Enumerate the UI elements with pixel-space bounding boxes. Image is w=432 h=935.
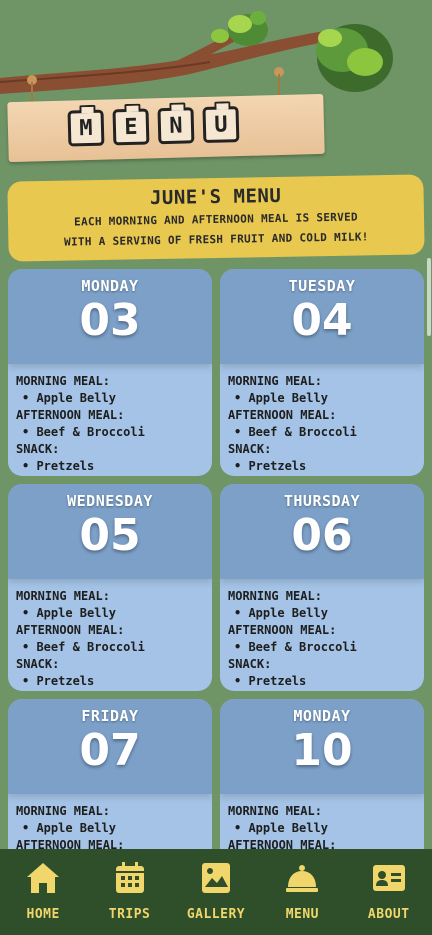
afternoon-meal-item: Beef & Broccoli [228,424,416,441]
morning-meal-item: Apple Belly [16,605,204,622]
day-date: 05 [79,510,141,561]
snack-item: Pretzels [16,673,204,690]
home-icon [27,863,60,893]
sign-letter-tile: E [112,108,150,146]
day-card-header: MONDAY 03 [8,269,212,364]
nav-about[interactable]: ABOUT [346,849,432,922]
tree-branch-illustration [0,11,393,94]
page-scrollbar[interactable] [427,258,431,336]
sign-letter-tile: M [67,109,105,147]
day-date: 03 [79,295,141,346]
meal-list: MORNING MEAL: Apple Belly AFTERNOON MEAL… [8,794,212,854]
id-card-icon [372,865,405,891]
snack-label: SNACK: [228,657,272,671]
day-name: WEDNESDAY [67,492,153,510]
day-date: 06 [291,510,353,561]
snack-label: SNACK: [16,442,60,456]
morning-meal-item: Apple Belly [228,605,416,622]
morning-meal-item: Apple Belly [16,390,204,407]
morning-meal-label: MORNING MEAL: [228,374,322,388]
day-name: MONDAY [293,707,351,725]
snack-item: Pretzels [228,458,416,475]
day-name: TUESDAY [288,277,356,295]
nav-trips-label: TRIPS [108,907,151,922]
calendar-icon [115,862,144,893]
day-date: 04 [291,295,353,346]
day-card: MONDAY 03 MORNING MEAL: Apple Belly AFTE… [8,269,212,476]
morning-meal-label: MORNING MEAL: [228,804,322,818]
morning-meal-label: MORNING MEAL: [16,374,110,388]
nav-home[interactable]: HOME [0,849,86,922]
afternoon-meal-label: AFTERNOON MEAL: [16,623,125,637]
afternoon-meal-item: Beef & Broccoli [228,639,416,656]
nav-gallery[interactable]: GALLERY [173,849,259,922]
sign-letter-tile: N [157,107,195,145]
meal-list: MORNING MEAL: Apple Belly AFTERNOON MEAL… [220,794,424,854]
morning-meal-label: MORNING MEAL: [16,804,110,818]
afternoon-meal-label: AFTERNOON MEAL: [228,408,337,422]
snack-label: SNACK: [228,442,272,456]
day-date: 07 [79,725,141,776]
morning-meal-item: Apple Belly [228,390,416,407]
day-name: MONDAY [81,277,139,295]
nav-gallery-label: GALLERY [186,907,246,922]
day-cards-grid: MONDAY 03 MORNING MEAL: Apple Belly AFTE… [8,269,424,906]
day-card: TUESDAY 04 MORNING MEAL: Apple Belly AFT… [220,269,424,476]
afternoon-meal-label: AFTERNOON MEAL: [228,623,337,637]
afternoon-meal-item: Beef & Broccoli [16,424,204,441]
snack-item: Pretzels [16,458,204,475]
day-name: THURSDAY [283,492,361,510]
nav-trips[interactable]: TRIPS [87,849,173,922]
morning-meal-label: MORNING MEAL: [228,589,322,603]
meal-list: MORNING MEAL: Apple Belly AFTERNOON MEAL… [8,579,212,690]
morning-meal-label: MORNING MEAL: [16,589,110,603]
snack-label: SNACK: [16,657,60,671]
day-card-header: WEDNESDAY 05 [8,484,212,579]
day-card: THURSDAY 06 MORNING MEAL: Apple Belly AF… [220,484,424,691]
nav-menu[interactable]: MENU [259,849,345,922]
monthly-menu-banner: JUNE'S MENU EACH MORNING AND AFTERNOON M… [7,174,425,262]
menu-sign: M E N U [7,93,325,163]
day-date: 10 [291,725,353,776]
menu-header-art: M E N U [0,0,432,175]
day-card-header: MONDAY 10 [220,699,424,794]
meal-list: MORNING MEAL: Apple Belly AFTERNOON MEAL… [220,364,424,475]
bottom-navigation: HOME TRIPS GALLERY MENU ABOUT [0,849,432,935]
afternoon-meal-item: Beef & Broccoli [16,639,204,656]
nav-menu-label: MENU [285,907,320,922]
morning-meal-item: Apple Belly [228,820,416,837]
nav-about-label: ABOUT [367,907,410,922]
day-name: FRIDAY [81,707,139,725]
cloche-icon [286,865,319,892]
gallery-icon [201,863,230,893]
snack-item: Pretzels [228,673,416,690]
meal-list: MORNING MEAL: Apple Belly AFTERNOON MEAL… [8,364,212,475]
day-card-header: FRIDAY 07 [8,699,212,794]
day-card-header: THURSDAY 06 [220,484,424,579]
day-card: WEDNESDAY 05 MORNING MEAL: Apple Belly A… [8,484,212,691]
nav-home-label: HOME [26,907,60,922]
meal-list: MORNING MEAL: Apple Belly AFTERNOON MEAL… [220,579,424,690]
morning-meal-item: Apple Belly [16,820,204,837]
afternoon-meal-label: AFTERNOON MEAL: [16,408,125,422]
day-card-header: TUESDAY 04 [220,269,424,364]
sign-letter-tile: U [202,106,240,144]
